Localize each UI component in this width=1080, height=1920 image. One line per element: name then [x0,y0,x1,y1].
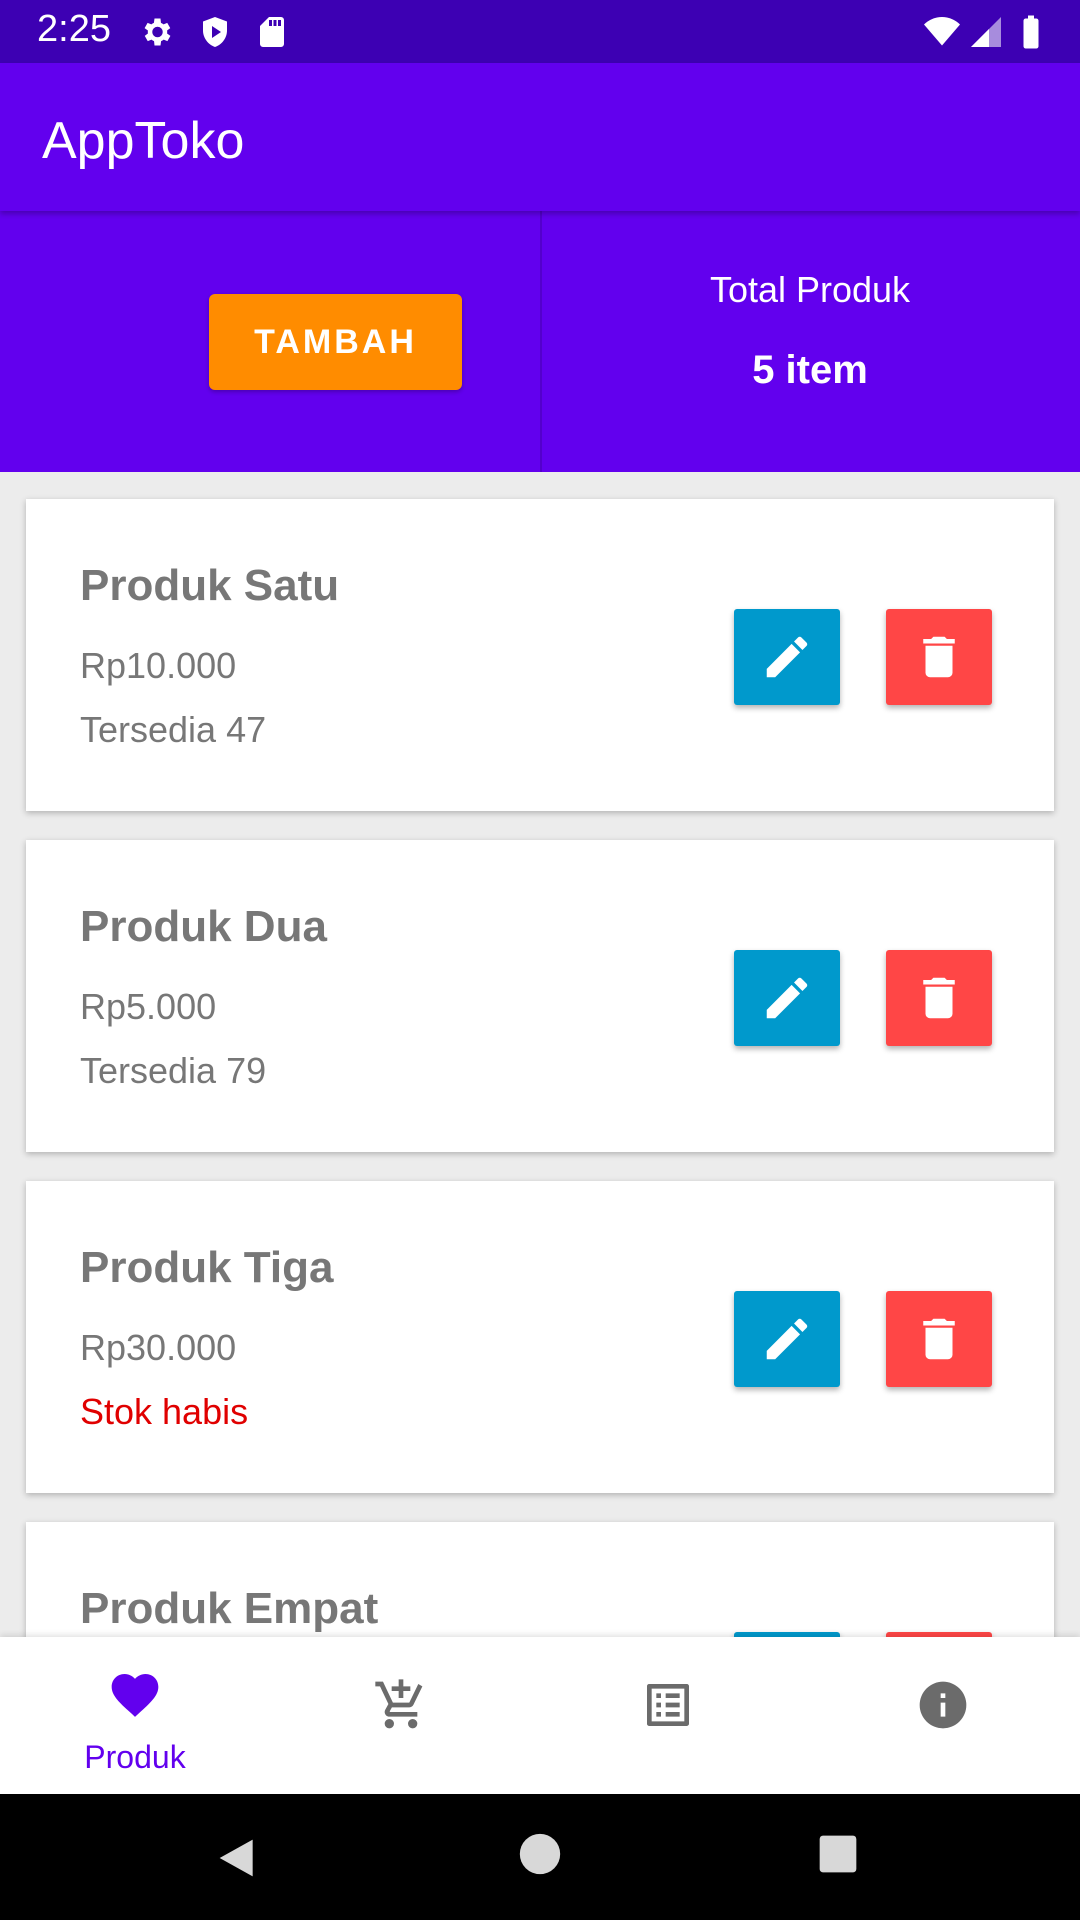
trash-icon [923,636,955,678]
delete-button[interactable] [886,609,992,705]
nav-item-list[interactable] [540,1637,810,1794]
system-navigation-bar [0,1794,1080,1920]
header-panel: TAMBAH Total Produk 5 item [0,211,1080,472]
delete-button[interactable] [886,1291,992,1387]
total-products-label: Total Produk [709,269,911,310]
list-icon [647,1684,689,1726]
trash-icon [923,977,955,1019]
nav-label-produk: Produk [84,1739,186,1775]
product-name: Produk Tiga [80,1243,334,1292]
status-bar: 2:25 [0,0,1080,63]
edit-button[interactable] [734,950,840,1046]
product-card: Produk Empat [26,1522,1054,1637]
add-cart-icon [375,1679,423,1729]
pencil-icon [766,636,808,678]
product-list[interactable]: Produk Satu Rp10.000 Tersedia 47 Produk … [0,472,1080,1637]
home-icon[interactable] [518,1832,562,1876]
settings-icon [144,18,171,46]
wifi-icon [924,17,960,46]
product-card: Produk Dua Rp5.000 Tersedia 79 [26,840,1054,1152]
trash-icon [923,1318,955,1360]
product-price: Rp10.000 [80,645,237,686]
pencil-icon [766,977,808,1019]
product-name: Produk Satu [80,561,340,610]
product-card: Produk Tiga Rp30.000 Stok habis [26,1181,1054,1493]
back-icon[interactable] [216,1834,260,1882]
heart-icon [111,1674,159,1717]
status-time: 2:25 [37,8,111,50]
battery-icon [1023,15,1039,49]
edit-button[interactable] [734,609,840,705]
product-card: Produk Satu Rp10.000 Tersedia 47 [26,499,1054,811]
edit-button[interactable] [734,1291,840,1387]
nav-item-cart[interactable] [270,1637,540,1794]
product-price: Rp5.000 [80,986,217,1027]
product-stock: Tersedia 47 [80,709,267,750]
product-price: Rp30.000 [80,1327,237,1368]
shield-icon [203,17,227,47]
delete-button[interactable] [886,950,992,1046]
recents-icon[interactable] [818,1834,858,1874]
app-title: AppToko [42,112,245,170]
pencil-icon [766,1318,808,1360]
nav-item-produk[interactable]: Produk [0,1637,270,1794]
product-stock-out: Stok habis [80,1391,249,1432]
product-name: Produk Dua [80,902,327,951]
app-bar: AppToko [0,63,1080,211]
add-product-button[interactable]: TAMBAH [209,294,462,390]
nav-item-info[interactable] [810,1637,1080,1794]
bottom-navigation: Produk [0,1637,1080,1794]
product-name: Produk Empat [80,1584,379,1633]
signal-icon [971,17,1001,47]
total-products-value: 5 item [752,348,868,392]
sd-card-icon [260,17,284,47]
info-icon [919,1681,967,1729]
product-stock: Tersedia 79 [80,1050,267,1091]
header-divider [540,211,542,472]
